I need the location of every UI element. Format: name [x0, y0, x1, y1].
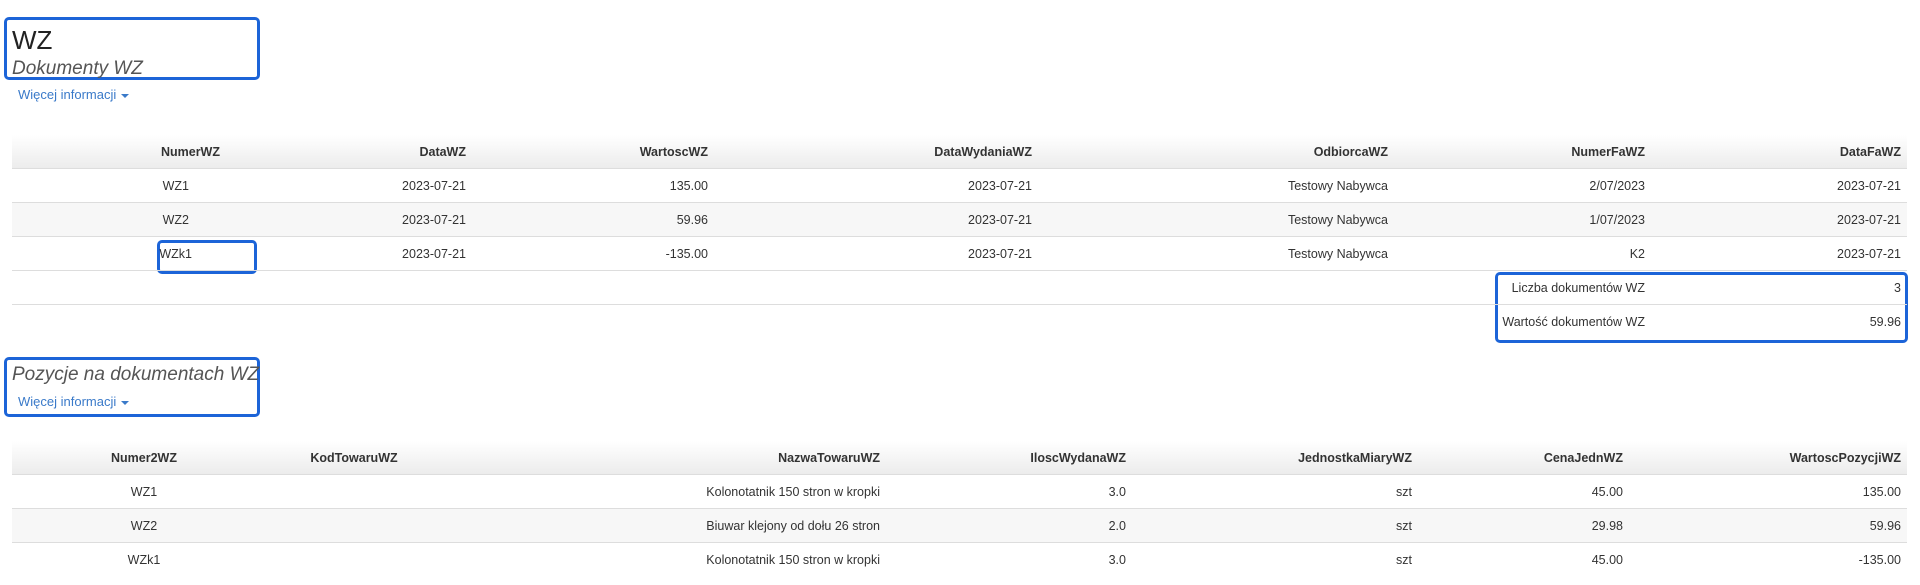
- wz-documents-table: NumerWZ DataWZ WartoscWZ DataWydaniaWZ O…: [12, 135, 1907, 338]
- column-header[interactable]: WartoscPozycjiWZ: [1656, 441, 1907, 475]
- table-cell: 59.96: [472, 202, 714, 237]
- table-cell: 2/07/2023: [1394, 168, 1651, 203]
- table-cell: 135.00: [472, 168, 714, 203]
- page-title: WZ: [12, 25, 53, 55]
- table-header-row: NumerWZ DataWZ WartoscWZ DataWydaniaWZ O…: [12, 135, 1907, 169]
- table-cell: 2023-07-21: [226, 236, 472, 271]
- table-cell: WZ2: [12, 202, 226, 237]
- column-header[interactable]: IloscWydanaWZ: [886, 441, 1132, 475]
- table-cell: szt: [1396, 552, 1412, 567]
- table-header-row: Numer2WZ KodTowaruWZ NazwaTowaruWZ Ilosc…: [12, 441, 1907, 475]
- positions-more-info-link[interactable]: Więcej informacji: [18, 394, 130, 409]
- table-cell: Testowy Nabywca: [1038, 202, 1394, 237]
- summary-label: Liczba dokumentów WZ: [1394, 270, 1651, 305]
- table-row: WZk1 2023-07-21 -135.00 2023-07-21 Testo…: [12, 236, 1907, 271]
- summary-spacer: [12, 305, 1394, 339]
- table-cell: 3.0: [1108, 552, 1126, 567]
- table-cell: WZk1: [127, 552, 161, 567]
- column-header[interactable]: NumerFaWZ: [1394, 135, 1651, 169]
- table-cell: WZk1: [12, 236, 226, 271]
- column-header[interactable]: DataWydaniaWZ: [714, 135, 1038, 169]
- table-cell: [276, 474, 432, 509]
- column-header[interactable]: DataFaWZ: [1651, 135, 1907, 169]
- table-cell: 2023-07-21: [1651, 168, 1907, 203]
- table-cell: 2023-07-21: [714, 202, 1038, 237]
- table-cell: Testowy Nabywca: [1038, 168, 1394, 203]
- wz-positions-table: Numer2WZ KodTowaruWZ NazwaTowaruWZ Ilosc…: [12, 441, 1907, 576]
- table-cell: 3.0: [886, 474, 1132, 509]
- table-cell: K2: [1394, 236, 1651, 271]
- column-header[interactable]: JednostkaMiaryWZ: [1132, 441, 1418, 475]
- more-info-link[interactable]: Więcej informacji: [18, 87, 130, 102]
- table-cell: szt: [1132, 508, 1418, 543]
- table-cell: 2023-07-21: [1651, 202, 1907, 237]
- column-header[interactable]: DataWZ: [226, 135, 472, 169]
- table-row: WZ2 2023-07-21 59.96 2023-07-21 Testowy …: [12, 202, 1907, 237]
- column-header[interactable]: CenaJednWZ: [1418, 441, 1656, 475]
- table-cell: 2023-07-21: [226, 168, 472, 203]
- table-cell: -135.00: [1858, 552, 1901, 567]
- table-cell: 135.00: [1656, 474, 1907, 509]
- summary-value: 59.96: [1869, 314, 1901, 329]
- table-cell: Biuwar klejony od dołu 26 stron: [432, 508, 886, 543]
- column-header[interactable]: NazwaTowaruWZ: [432, 441, 886, 475]
- table-cell: Testowy Nabywca: [1038, 236, 1394, 271]
- more-info-label: Więcej informacji: [18, 87, 117, 102]
- table-cell: 45.00: [1418, 474, 1656, 509]
- caret-down-icon: [121, 400, 130, 405]
- summary-row: Liczba dokumentów WZ 3: [12, 270, 1907, 305]
- table-cell: [276, 543, 432, 577]
- table-cell: WZ1: [12, 168, 226, 203]
- table-cell: 2023-07-21: [226, 202, 472, 237]
- caret-down-icon: [121, 93, 130, 98]
- table-cell: 2.0: [886, 508, 1132, 543]
- table-cell: WZ2: [12, 508, 276, 543]
- summary-spacer: [12, 270, 1394, 305]
- page-subtitle: Dokumenty WZ: [12, 58, 143, 79]
- summary-label: Wartość dokumentów WZ: [1502, 314, 1645, 329]
- table-cell: Kolonotatnik 150 stron w kropki: [706, 552, 880, 567]
- table-cell: 1/07/2023: [1394, 202, 1651, 237]
- column-header[interactable]: Numer2WZ: [12, 441, 276, 475]
- table-row: WZ1 Kolonotatnik 150 stron w kropki 3.0 …: [12, 474, 1907, 509]
- table-row: WZ1 2023-07-21 135.00 2023-07-21 Testowy…: [12, 168, 1907, 203]
- table-cell: szt: [1132, 474, 1418, 509]
- column-header[interactable]: NumerWZ: [12, 135, 226, 169]
- table-cell: WZ1: [12, 474, 276, 509]
- table-cell: 59.96: [1656, 508, 1907, 543]
- table-cell: 2023-07-21: [714, 168, 1038, 203]
- table-cell: 29.98: [1418, 508, 1656, 543]
- table-cell: 45.00: [1591, 552, 1623, 567]
- more-info-label: Więcej informacji: [18, 394, 117, 409]
- table-cell: 2023-07-21: [714, 236, 1038, 271]
- table-row: WZ2 Biuwar klejony od dołu 26 stron 2.0 …: [12, 508, 1907, 543]
- table-cell: 2023-07-21: [1651, 236, 1907, 271]
- positions-section-title: Pozycje na dokumentach WZ: [12, 364, 260, 385]
- table-cell: Kolonotatnik 150 stron w kropki: [432, 474, 886, 509]
- table-row: WZk1 Kolonotatnik 150 stron w kropki 3.0…: [12, 543, 1907, 577]
- summary-row: Wartość dokumentów WZ 59.96: [12, 305, 1907, 339]
- column-header[interactable]: OdbiorcaWZ: [1038, 135, 1394, 169]
- table-cell: -135.00: [472, 236, 714, 271]
- summary-value: 3: [1651, 270, 1907, 305]
- column-header[interactable]: WartoscWZ: [472, 135, 714, 169]
- table-cell: [276, 508, 432, 543]
- column-header[interactable]: KodTowaruWZ: [276, 441, 432, 475]
